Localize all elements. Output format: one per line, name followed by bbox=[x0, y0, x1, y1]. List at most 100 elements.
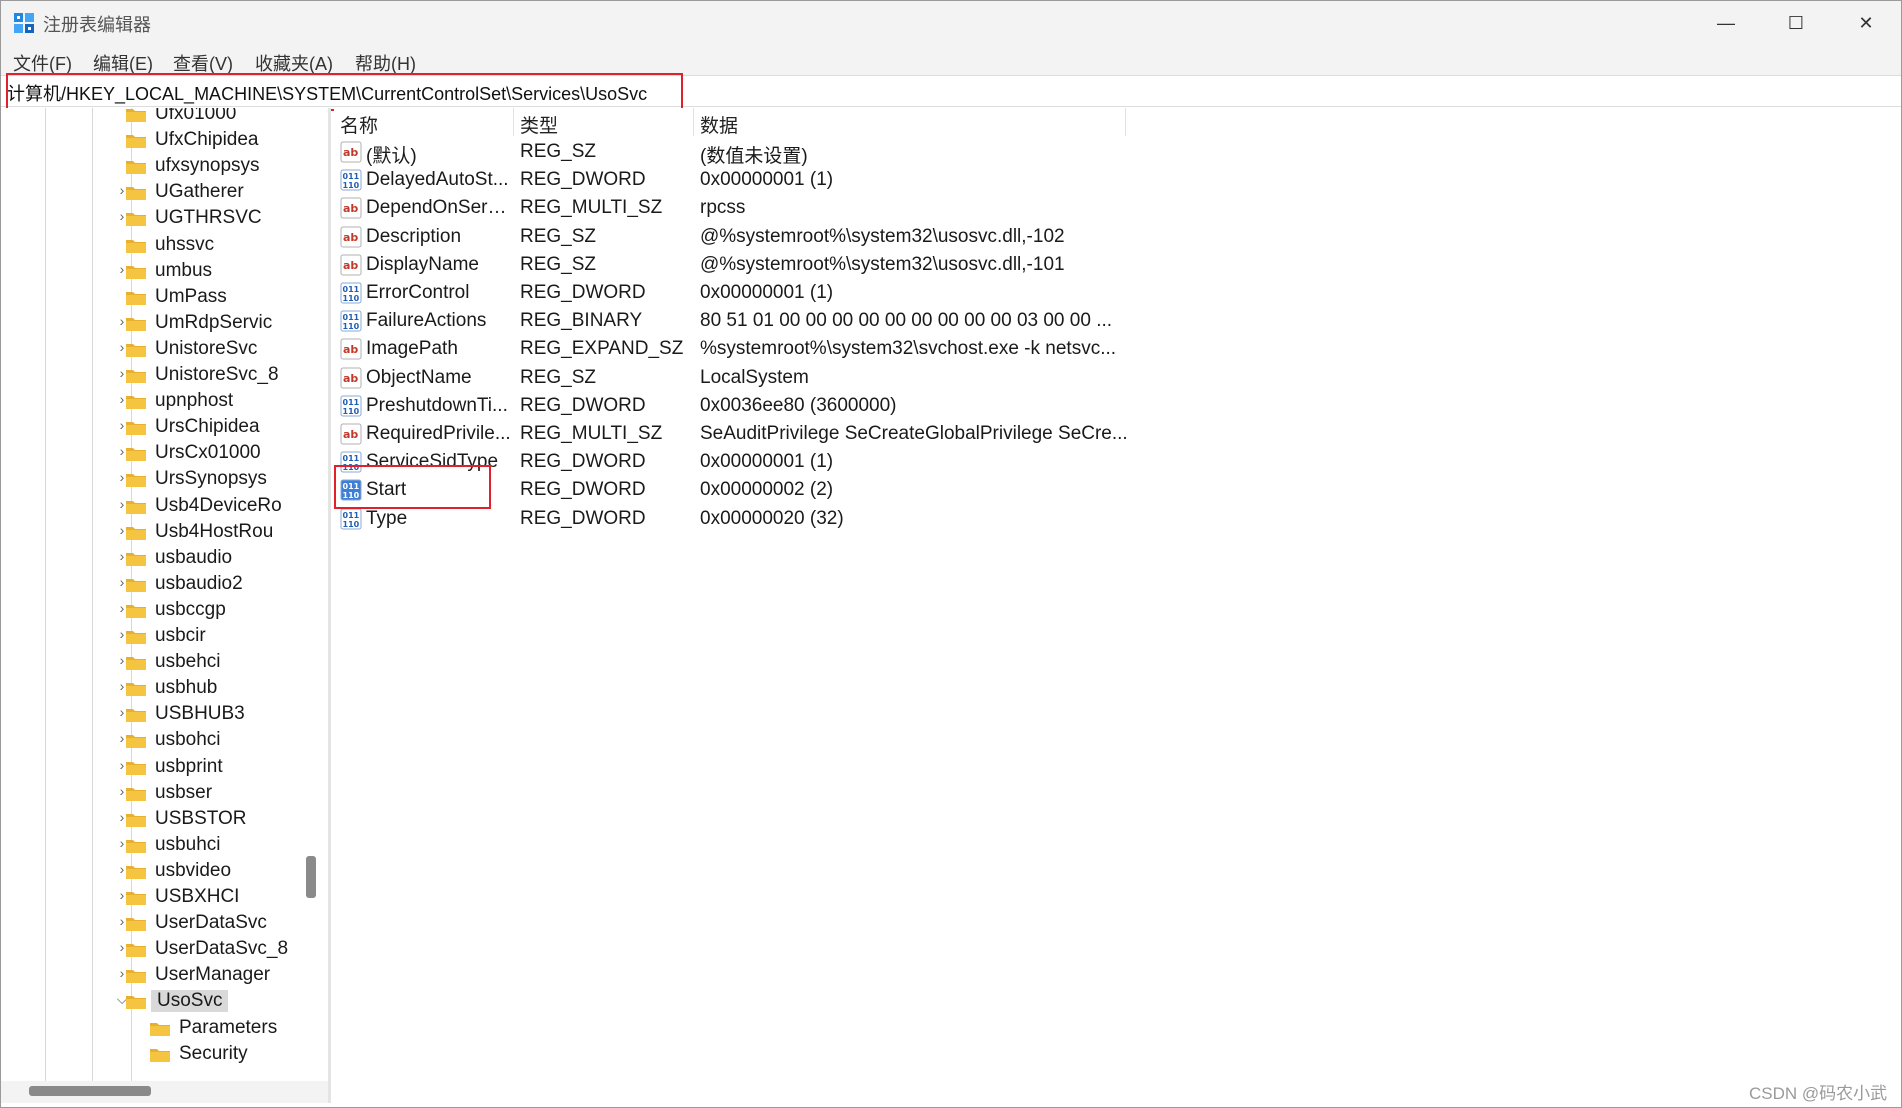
value-row[interactable]: 011 110 ErrorControl REG_DWORD 0x00000001 (1… bbox=[334, 279, 1134, 307]
tree-item[interactable]: › UrsSynopsys bbox=[1, 467, 328, 493]
tree-item[interactable]: › UrsCx01000 bbox=[1, 441, 328, 467]
folder-icon bbox=[126, 474, 146, 488]
value-row[interactable]: 011 110 DelayedAutoSt... REG_DWORD 0x0000000… bbox=[334, 166, 1134, 194]
value-data: 0x00000001 (1) bbox=[700, 282, 834, 303]
value-name: ImagePath bbox=[366, 338, 458, 360]
tree-item[interactable]: › usbhub bbox=[1, 676, 328, 702]
tree-item-label: UrsSynopsys bbox=[155, 468, 267, 490]
tree-item[interactable]: › UserManager bbox=[1, 963, 328, 989]
tree-item-label: usbser bbox=[155, 781, 213, 803]
window-title: 注册表编辑器 bbox=[43, 15, 151, 35]
value-type: REG_DWORD bbox=[520, 507, 646, 529]
value-row[interactable]: ab ObjectName REG_SZ LocalSystem bbox=[334, 364, 1134, 392]
key-tree-pane[interactable]: Ufx01000 UfxChipidea ufxsynopsys › UGatherer… bbox=[1, 108, 331, 1103]
tree-item-label: UrsCx01000 bbox=[155, 442, 261, 464]
tree-item[interactable]: Security bbox=[1, 1042, 328, 1068]
value-data: 0x00000020 (32) bbox=[700, 507, 844, 529]
value-row[interactable]: 011 110 PreshutdownTi... REG_DWORD 0x0036ee8… bbox=[334, 392, 1134, 420]
svg-text:ab: ab bbox=[343, 428, 358, 441]
folder-icon bbox=[126, 657, 146, 671]
tree-item[interactable]: › UmRdpServic bbox=[1, 311, 328, 337]
folder-icon bbox=[126, 735, 146, 749]
tree-item[interactable]: › Usb4DeviceRo bbox=[1, 494, 328, 520]
watermark-text: CSDN @码农小武 bbox=[1749, 1084, 1888, 1103]
value-type: REG_SZ bbox=[520, 225, 597, 247]
tree-item-label: upnphost bbox=[155, 390, 234, 412]
maximize-button[interactable]: ☐ bbox=[1763, 1, 1829, 45]
string-value-icon: ab bbox=[340, 141, 362, 163]
tree-item[interactable]: Ufx01000 bbox=[1, 108, 328, 128]
values-list-pane[interactable]: 名称 类型 数据 ab (默认) REG_SZ (数值未设置) 011 110 Delaye… bbox=[334, 108, 1901, 1103]
value-name: Type bbox=[366, 507, 408, 529]
tree-horizontal-scroll-thumb[interactable] bbox=[29, 1086, 151, 1096]
tree-item[interactable]: › usbehci bbox=[1, 650, 328, 676]
column-header-name[interactable]: 名称 bbox=[334, 108, 514, 137]
start-value-highlight-box bbox=[334, 465, 491, 509]
tree-vertical-scrollbar[interactable] bbox=[306, 856, 316, 898]
tree-item[interactable]: › usbuhci bbox=[1, 833, 328, 859]
tree-item[interactable]: › usbser bbox=[1, 781, 328, 807]
value-row[interactable]: 011 110 FailureActions REG_BINARY 80 51 01 0… bbox=[334, 307, 1134, 335]
tree-item[interactable]: Parameters bbox=[1, 1016, 328, 1042]
tree-item[interactable]: › UnistoreSvc bbox=[1, 337, 328, 363]
tree-item[interactable]: › UGatherer bbox=[1, 180, 328, 206]
value-row[interactable]: ab (默认) REG_SZ (数值未设置) bbox=[334, 138, 1134, 167]
tree-item[interactable]: › umbus bbox=[1, 259, 328, 285]
svg-text:110: 110 bbox=[343, 181, 360, 190]
registry-editor-window: 注册表编辑器 — ☐ ✕ 文件(F) 编辑(E) 查看(V) 收藏夹(A) 帮助… bbox=[0, 0, 1902, 1108]
tree-item[interactable]: UmPass bbox=[1, 285, 328, 311]
folder-icon bbox=[126, 552, 146, 566]
value-type: REG_SZ bbox=[520, 366, 597, 388]
tree-item[interactable]: › UGTHRSVC bbox=[1, 206, 328, 232]
svg-text:110: 110 bbox=[343, 520, 360, 529]
tree-item[interactable]: › USBSTOR bbox=[1, 807, 328, 833]
close-button[interactable]: ✕ bbox=[1833, 1, 1899, 45]
tree-item[interactable]: uhssvc bbox=[1, 233, 328, 259]
folder-icon bbox=[126, 761, 146, 775]
string-value-icon: ab bbox=[340, 338, 362, 360]
column-header-type[interactable]: 类型 bbox=[514, 108, 694, 137]
tree-item[interactable]: › UserDataSvc_8 bbox=[1, 937, 328, 963]
tree-item[interactable]: UfxChipidea bbox=[1, 128, 328, 154]
tree-item[interactable]: › usbaudio2 bbox=[1, 572, 328, 598]
tree-item[interactable]: › usbaudio bbox=[1, 546, 328, 572]
value-row[interactable]: ab DependOnServi... REG_MULTI_SZ rpcss bbox=[334, 194, 1134, 222]
tree-item[interactable]: ⌵ UsoSvc bbox=[1, 989, 328, 1015]
value-name: FailureActions bbox=[366, 310, 487, 332]
tree-item[interactable]: › UrsChipidea bbox=[1, 415, 328, 441]
tree-item[interactable]: › USBHUB3 bbox=[1, 702, 328, 728]
tree-item[interactable]: › usbvideo bbox=[1, 859, 328, 885]
string-value-icon: ab bbox=[340, 423, 362, 445]
svg-text:110: 110 bbox=[343, 294, 360, 303]
tree-item-label: UGTHRSVC bbox=[155, 207, 262, 229]
binary-value-icon: 011110 bbox=[340, 508, 362, 530]
value-row[interactable]: ab RequiredPrivile... REG_MULTI_SZ SeAuditP… bbox=[334, 420, 1134, 448]
folder-icon bbox=[126, 500, 146, 514]
tree-item[interactable]: › upnphost bbox=[1, 389, 328, 415]
tree-item-label: Usb4HostRou bbox=[155, 520, 274, 542]
folder-icon bbox=[126, 343, 146, 357]
tree-item-label: UfxChipidea bbox=[155, 129, 259, 151]
tree-item[interactable]: › UnistoreSvc_8 bbox=[1, 363, 328, 389]
tree-item[interactable]: › usbprint bbox=[1, 755, 328, 781]
folder-icon bbox=[126, 239, 146, 253]
tree-item[interactable]: ufxsynopsys bbox=[1, 154, 328, 180]
tree-item[interactable]: › usbcir bbox=[1, 624, 328, 650]
value-row[interactable]: ab Description REG_SZ @%systemroot%\system3… bbox=[334, 223, 1134, 251]
value-row[interactable]: ab DisplayName REG_SZ @%systemroot%\system3… bbox=[334, 251, 1134, 279]
maximize-icon: ☐ bbox=[1787, 12, 1805, 33]
tree-item[interactable]: › UserDataSvc bbox=[1, 911, 328, 937]
svg-text:011: 011 bbox=[343, 313, 360, 322]
minimize-button[interactable]: — bbox=[1693, 1, 1759, 45]
tree-item[interactable]: › usbohci bbox=[1, 728, 328, 754]
value-data: 0x00000001 (1) bbox=[700, 451, 834, 473]
value-data: (数值未设置) bbox=[700, 146, 808, 167]
tree-item[interactable]: › Usb4HostRou bbox=[1, 520, 328, 546]
tree-item-label: Security bbox=[179, 1042, 248, 1064]
value-row[interactable]: ab ImagePath REG_EXPAND_SZ %systemroot%\sys… bbox=[334, 335, 1134, 363]
tree-item[interactable]: › usbccgp bbox=[1, 598, 328, 624]
column-header-data[interactable]: 数据 bbox=[694, 108, 1126, 137]
value-type: REG_DWORD bbox=[520, 451, 646, 473]
tree-item[interactable]: › USBXHCI bbox=[1, 885, 328, 911]
value-data: @%systemroot%\system32\usosvc.dll,-101 bbox=[700, 253, 1065, 275]
